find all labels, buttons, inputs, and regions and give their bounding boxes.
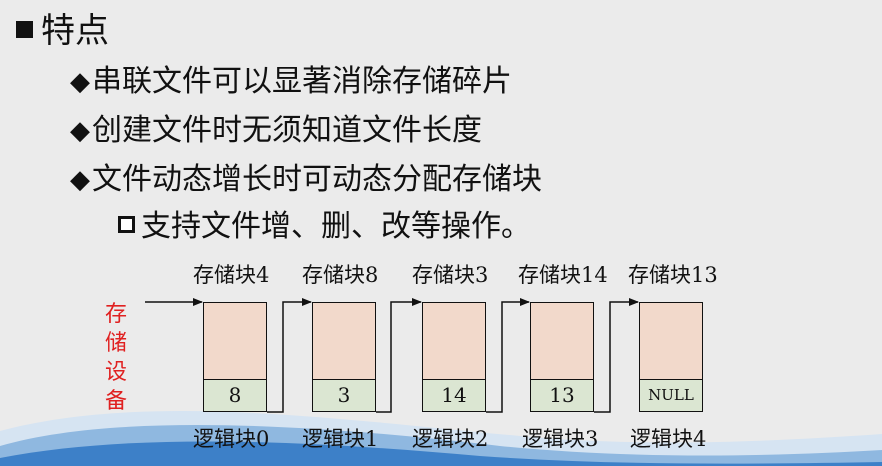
link-arrow — [267, 298, 312, 413]
link-arrow — [486, 298, 530, 413]
link-arrow — [376, 298, 422, 413]
link-arrow — [594, 298, 639, 413]
link-arrows — [145, 298, 639, 413]
